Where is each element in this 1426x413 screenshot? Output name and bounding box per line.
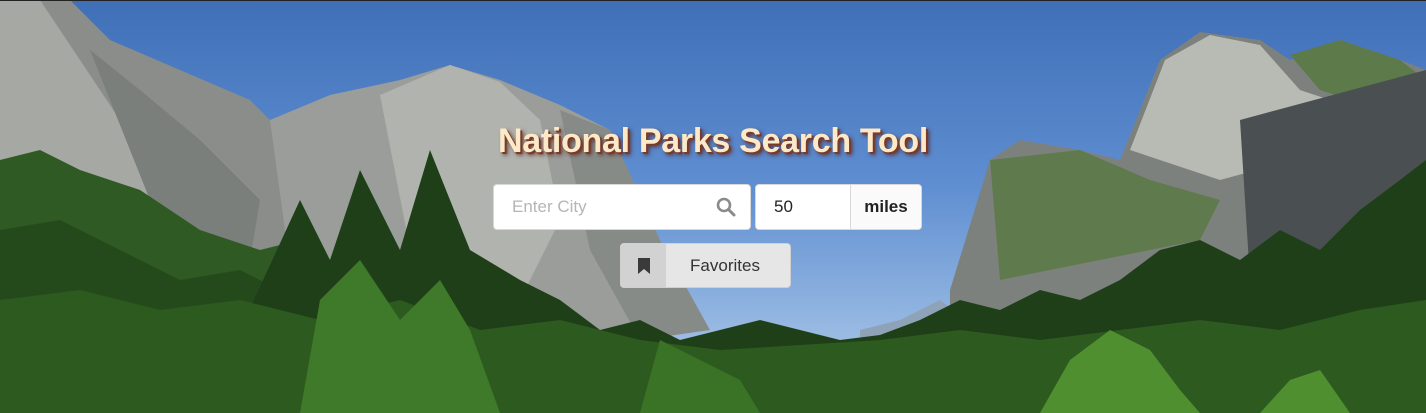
distance-unit-label: miles <box>851 185 921 229</box>
favorites-icon-container <box>621 244 666 287</box>
favorites-button[interactable]: Favorites <box>620 243 791 288</box>
hero-banner: National Parks Search Tool miles Favorit… <box>0 0 1426 413</box>
favorites-label: Favorites <box>690 255 760 275</box>
distance-group: miles <box>755 184 922 230</box>
search-icon[interactable] <box>716 197 736 217</box>
city-search-box <box>493 184 751 230</box>
search-bar: miles <box>493 184 922 230</box>
top-border-line <box>0 0 1426 1</box>
page-title: National Parks Search Tool <box>498 122 928 160</box>
bookmark-icon <box>637 257 650 274</box>
distance-input[interactable] <box>756 185 851 229</box>
city-input[interactable] <box>494 185 712 229</box>
